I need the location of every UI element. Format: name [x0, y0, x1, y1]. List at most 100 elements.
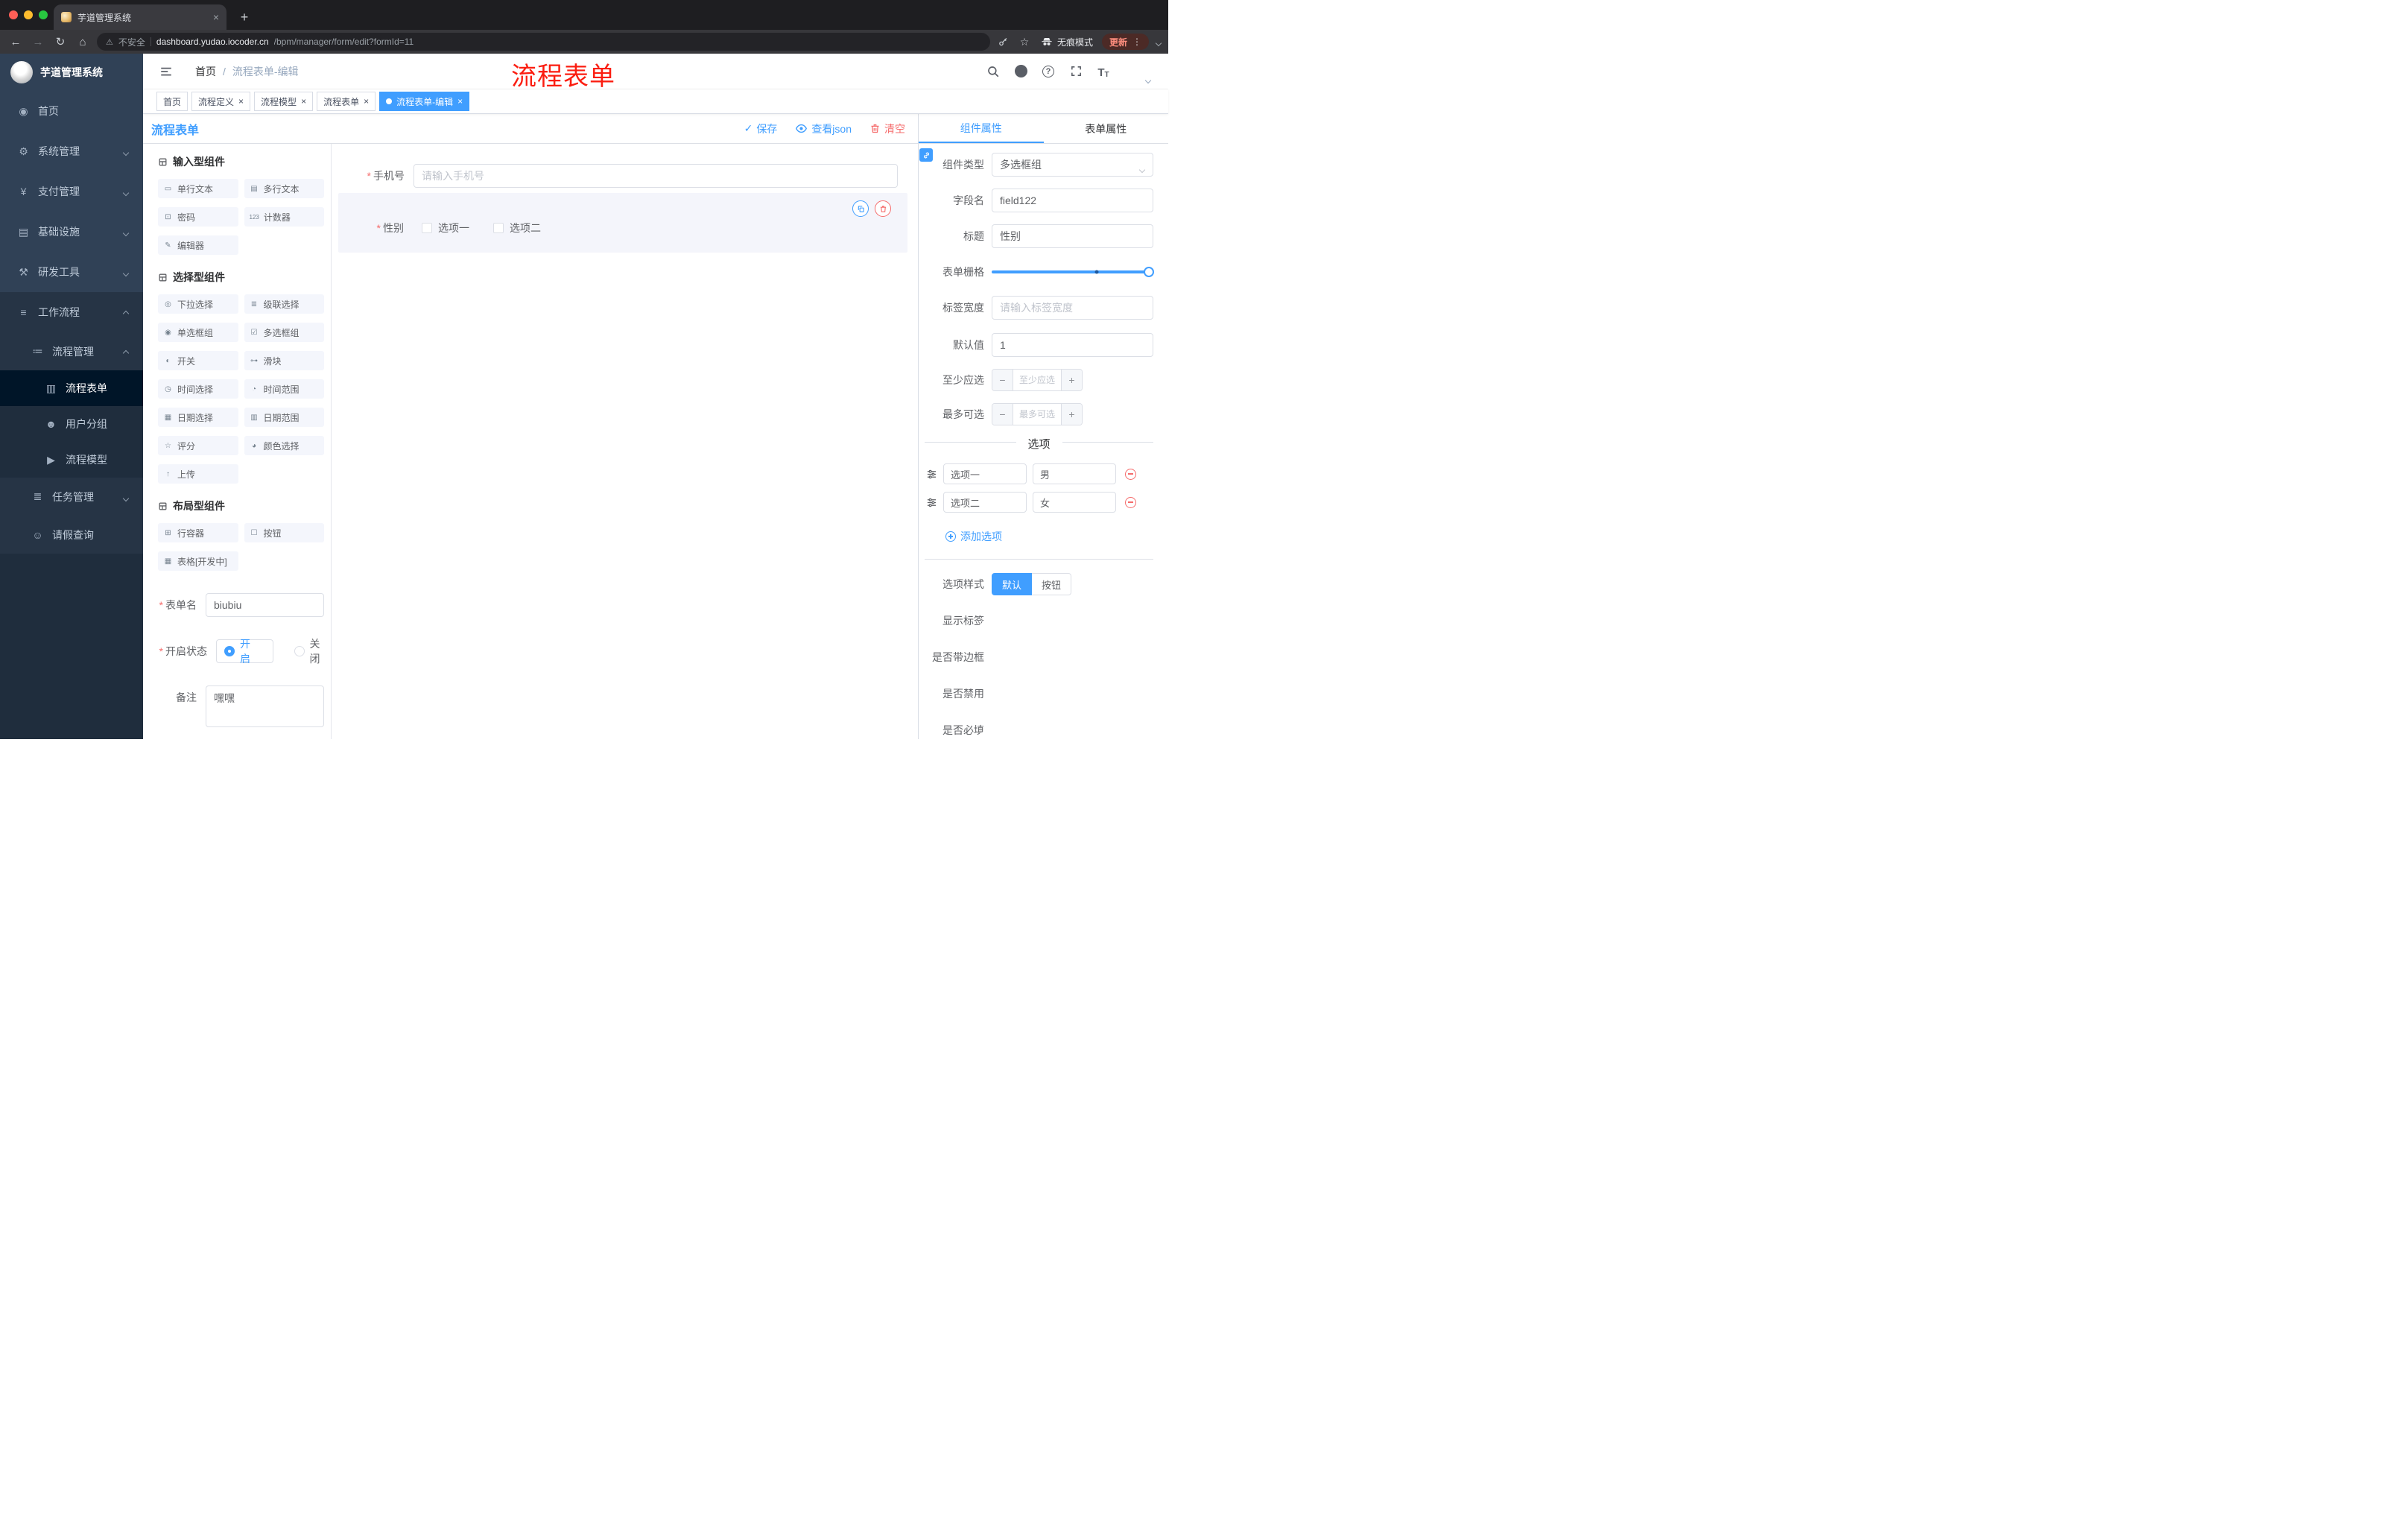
home-button[interactable]: ⌂ [75, 37, 91, 48]
gender-option1-checkbox[interactable]: 选项一 [422, 221, 469, 235]
decrease-button[interactable]: − [992, 370, 1013, 390]
view-tab-close-icon[interactable]: × [364, 97, 369, 106]
clear-button[interactable]: 清空 [869, 121, 905, 136]
component-chip-time-range[interactable]: ◔ 时间范围 [244, 379, 324, 399]
link-field-button[interactable] [919, 148, 933, 162]
decrease-button[interactable]: − [992, 404, 1013, 425]
component-chip-counter[interactable]: 123 计数器 [244, 207, 324, 227]
add-option-button[interactable]: 添加选项 [945, 529, 1002, 544]
sidebar-item-user-group[interactable]: ☻ 用户分组 [0, 406, 143, 442]
slider-track[interactable] [992, 267, 1154, 277]
component-chip-rate[interactable]: ☆ 评分 [158, 436, 238, 455]
max-select-input[interactable] [1013, 404, 1061, 425]
form-name-input[interactable] [206, 593, 324, 617]
component-chip-date-range[interactable]: ▥ 日期范围 [244, 408, 324, 427]
min-select-input[interactable] [1013, 370, 1061, 390]
help-icon[interactable]: ? [1041, 64, 1056, 79]
view-tab-process-form-edit[interactable]: 流程表单-编辑 × [379, 92, 470, 111]
title-input[interactable] [992, 224, 1153, 248]
view-tab-close-icon[interactable]: × [238, 97, 244, 106]
browser-menu-dots-icon[interactable]: ⋮ [1132, 37, 1141, 47]
forward-button[interactable]: → [30, 37, 46, 48]
form-grid-slider[interactable] [992, 260, 1154, 284]
duplicate-widget-button[interactable] [852, 200, 869, 217]
component-chip-switch[interactable]: ◐ 开关 [158, 351, 238, 370]
close-window-button[interactable] [9, 10, 18, 19]
github-icon[interactable] [1013, 64, 1028, 79]
component-type-select[interactable]: 多选框组 [992, 153, 1153, 177]
zoom-window-button[interactable] [39, 10, 48, 19]
remove-option-button[interactable] [1125, 468, 1136, 480]
style-default-button[interactable]: 默认 [992, 573, 1033, 595]
component-chip-radio-group[interactable]: ◉ 单选框组 [158, 323, 238, 342]
component-chip-row-container[interactable]: ⊞ 行容器 [158, 523, 238, 542]
view-json-button[interactable]: 查看json [795, 121, 852, 136]
view-tab-close-icon[interactable]: × [457, 97, 463, 106]
sidebar-item-system-management[interactable]: ⚙ 系统管理 [0, 131, 143, 171]
label-width-input[interactable] [992, 296, 1153, 320]
back-button[interactable]: ← [7, 37, 24, 48]
bookmark-star-icon[interactable]: ☆ [1017, 34, 1032, 49]
slider-handle[interactable] [1144, 267, 1154, 277]
sidebar-item-task-management[interactable]: ≣ 任务管理 [0, 478, 143, 516]
style-button-button[interactable]: 按钮 [1032, 573, 1072, 595]
component-chip-time-picker[interactable]: ◷ 时间选择 [158, 379, 238, 399]
sidebar-toggle-button[interactable] [159, 65, 173, 78]
sidebar-item-process-form[interactable]: ▥ 流程表单 [0, 370, 143, 406]
sidebar-item-workflow[interactable]: ≡ 工作流程 [0, 292, 143, 332]
option1-value-input[interactable] [1033, 463, 1116, 484]
minimize-window-button[interactable] [24, 10, 33, 19]
canvas-field-gender-selected[interactable]: * 性别 选项一 选项二 [338, 193, 907, 253]
tab-form-properties[interactable]: 表单属性 [1044, 114, 1169, 143]
component-chip-table[interactable]: ▦ 表格[开发中] [158, 551, 238, 571]
view-tab-process-model[interactable]: 流程模型 × [254, 92, 314, 111]
view-tab-process-definition[interactable]: 流程定义 × [191, 92, 251, 111]
not-secure-label[interactable]: 不安全 [118, 36, 145, 48]
component-chip-dropdown[interactable]: ◎ 下拉选择 [158, 294, 238, 314]
component-chip-slider[interactable]: ⊶ 滑块 [244, 351, 324, 370]
increase-button[interactable]: + [1061, 370, 1082, 390]
default-value-input[interactable] [992, 333, 1153, 357]
user-avatar-menu[interactable] [1124, 61, 1152, 83]
breadcrumb-home[interactable]: 首页 [195, 64, 216, 79]
option2-value-input[interactable] [1033, 492, 1116, 513]
search-icon[interactable] [986, 64, 1001, 79]
sidebar-item-home[interactable]: ◉ 首页 [0, 91, 143, 131]
sidebar-item-infrastructure[interactable]: ▤ 基础设施 [0, 212, 143, 252]
form-canvas[interactable]: *手机号 *性别 选项一 [332, 144, 918, 739]
gender-option2-checkbox[interactable]: 选项二 [493, 221, 541, 235]
component-chip-upload[interactable]: ↑ 上传 [158, 464, 238, 484]
browser-expand-chevron-icon[interactable] [1155, 36, 1162, 48]
increase-button[interactable]: + [1061, 404, 1082, 425]
canvas-field-phone[interactable]: * 手机号 [332, 164, 918, 188]
component-chip-multi-line-text[interactable]: ▤ 多行文本 [244, 179, 324, 198]
component-chip-color-picker[interactable]: ◕ 颜色选择 [244, 436, 324, 455]
sidebar-item-payment-management[interactable]: ¥ 支付管理 [0, 171, 143, 212]
reload-button[interactable]: ↻ [52, 37, 69, 48]
status-off-radio[interactable]: 关闭 [294, 636, 325, 666]
component-chip-editor[interactable]: ✎ 编辑器 [158, 235, 238, 255]
browser-tab-close-icon[interactable]: × [213, 12, 219, 22]
component-chip-checkbox-group[interactable]: ☑ 多选框组 [244, 323, 324, 342]
component-chip-password[interactable]: ⊡ 密码 [158, 207, 238, 227]
browser-update-button[interactable]: 更新 ⋮ [1101, 34, 1149, 50]
component-chip-date-picker[interactable]: ▦ 日期选择 [158, 408, 238, 427]
option1-name-input[interactable] [943, 463, 1027, 484]
fullscreen-icon[interactable] [1068, 64, 1083, 79]
font-size-icon[interactable]: TT [1096, 64, 1111, 79]
delete-widget-button[interactable] [875, 200, 891, 217]
remove-option-button[interactable] [1125, 496, 1136, 508]
view-tab-close-icon[interactable]: × [301, 97, 306, 106]
component-chip-single-line-text[interactable]: ▭ 单行文本 [158, 179, 238, 198]
view-tab-home[interactable]: 首页 [156, 92, 188, 111]
sidebar-item-dev-tools[interactable]: ⚒ 研发工具 [0, 252, 143, 292]
tab-component-properties[interactable]: 组件属性 [919, 114, 1044, 143]
sidebar-item-process-model[interactable]: ▶ 流程模型 [0, 442, 143, 478]
component-chip-cascader[interactable]: ≣ 级联选择 [244, 294, 324, 314]
option2-name-input[interactable] [943, 492, 1027, 513]
drag-handle-icon[interactable] [926, 469, 937, 480]
component-chip-button[interactable]: ☐ 按钮 [244, 523, 324, 542]
phone-input[interactable] [414, 164, 898, 188]
address-bar[interactable]: ⚠ 不安全 dashboard.yudao.iocoder.cn/bpm/man… [97, 33, 990, 51]
drag-handle-icon[interactable] [926, 497, 937, 508]
